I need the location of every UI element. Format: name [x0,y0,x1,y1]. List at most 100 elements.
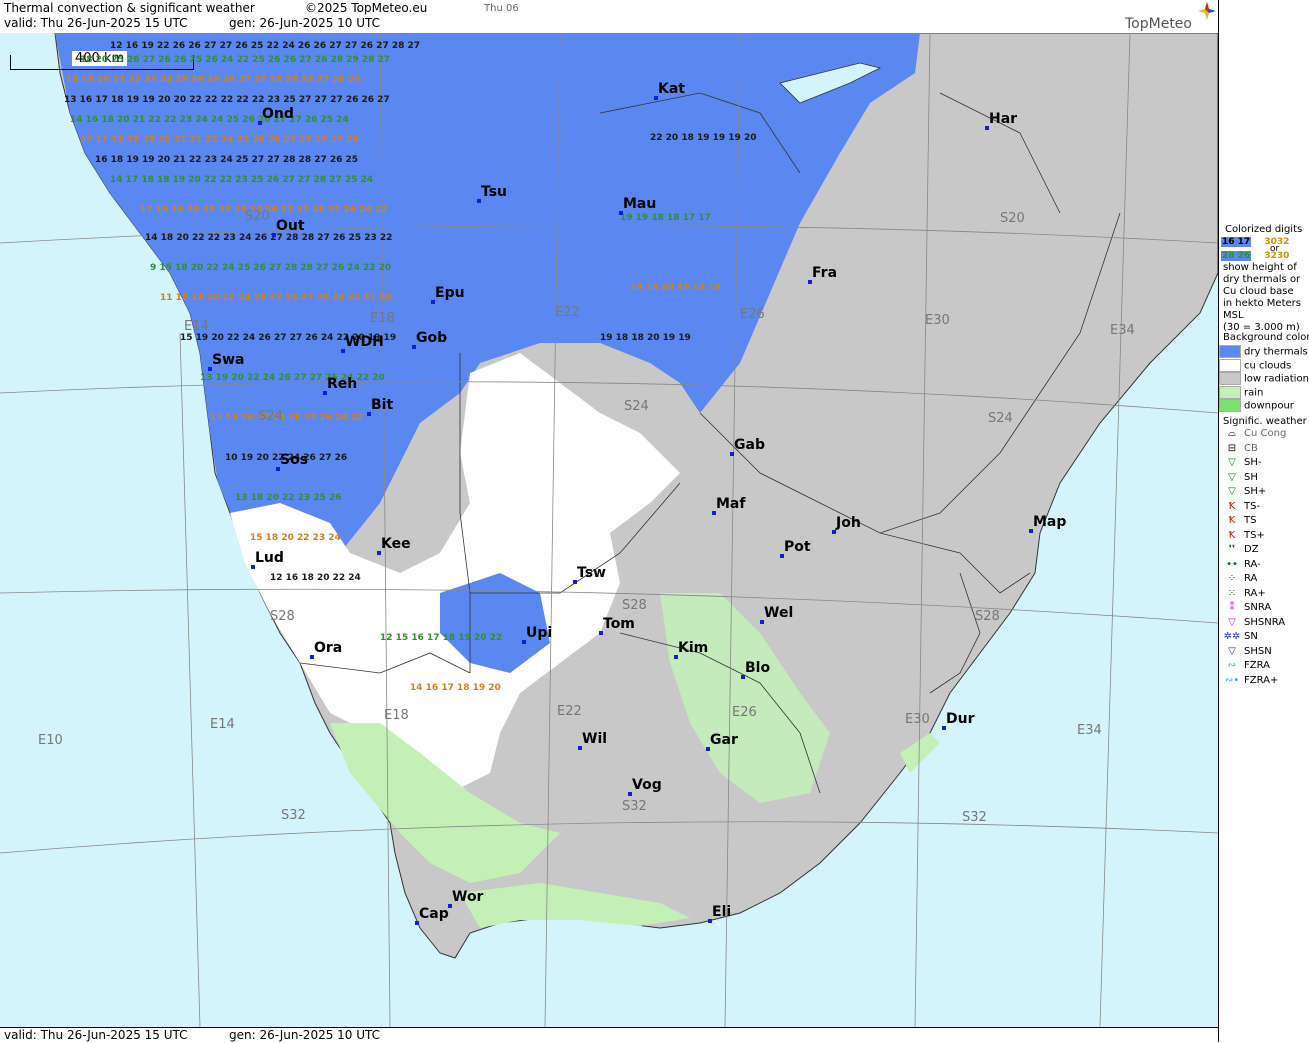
legend-sigwx-item: ▽ SH- [1223,457,1261,468]
city-label: Swa [212,352,245,368]
grid-label: E18 [370,311,395,326]
legend-desc-0: show height of [1223,262,1297,273]
grid-label: S28 [975,609,1000,624]
topmeteo-logo: TopMeteo [1125,16,1192,32]
city-label: Reh [327,376,358,392]
legend-sigwx-label: SNRA [1244,602,1272,613]
legend-sigwx-label: Cu Cong [1244,428,1287,439]
generated-time: gen: 26-Jun-2025 10 UTC [229,16,381,30]
legend-bg-item: cu clouds [1219,358,1292,372]
legend-swatch [1219,372,1241,385]
legend-bg-label: low radiation [1244,373,1309,385]
grid-label: S20 [1000,211,1025,226]
grid-label: E14 [184,319,209,334]
legend-sigwx-item: Ꝁ TS- [1223,501,1260,512]
grid-label: S28 [622,598,647,613]
city-label: Ora [314,640,343,656]
legend-sigwx-label: CB [1244,442,1258,454]
legend-sigwx-item: ∾• FZRA+ [1223,674,1279,686]
city-label: Wil [582,731,608,747]
city-label: Tsw [577,565,606,581]
compass-logo-icon [1198,2,1216,20]
legend-bg-title: Background color [1223,332,1309,343]
legend-sigwx-item: ▽ SHSN [1223,646,1272,657]
legend-panel: Colorized digits 16 17 3032 or 28 26 323… [1218,0,1309,1042]
grid-label: E18 [384,708,409,723]
weather-symbol-icon: ▽ [1228,471,1236,483]
grid-label: S24 [258,409,283,424]
legend-sigwx-item: Ꝁ TS [1223,515,1257,526]
legend-digit-samples-2: 28 26 3230 [1221,250,1289,261]
legend-sigwx-label: TS+ [1244,529,1265,541]
city-label: Fra [812,265,838,281]
city-label: Kat [658,81,685,97]
legend-bg-label: dry thermals [1244,346,1308,358]
legend-sigwx-item: Ꝁ TS+ [1223,530,1265,541]
legend-sample-dry: 16 17 [1221,237,1252,247]
thermal-height-digits: 19 18 18 20 19 19 [600,333,691,343]
weather-symbol-icon: ∾• [1224,674,1240,686]
legend-desc-2: Cu cloud base [1223,286,1294,297]
map-header: Thermal convection & significant weather… [0,0,1218,34]
legend-swatch [1219,345,1241,358]
legend-bg-item: downpour [1219,399,1294,412]
legend-sigwx-label: FZRA+ [1244,674,1279,686]
city-label: Tsu [481,184,507,200]
thermal-height-digits: 12 15 16 17 18 19 20 22 [380,633,503,643]
legend-sigwx-label: DZ [1244,544,1259,555]
weather-symbol-icon: •• [1226,558,1238,570]
thermal-height-digits: 14 16 18 20 21 22 22 23 24 24 25 26 26 2… [70,115,349,125]
legend-sigwx-label: RA- [1244,558,1261,570]
city-label: Bit [371,397,394,413]
weather-symbol-icon: ▽ [1228,645,1236,657]
city-label: Tom [603,616,635,632]
grid-label: E30 [905,712,930,727]
legend-sigwx-item: ✲✲ SN [1223,631,1258,642]
legend-sigwx-label: SH+ [1244,486,1267,497]
legend-swatch [1219,385,1241,399]
legend-sigwx-label: SHSNRA [1244,616,1286,628]
city-label: Pot [784,539,811,555]
grid-label: E26 [740,307,765,322]
weather-map[interactable]: 400 km 12 16 19 22 26 26 27 27 26 25 22 … [0,33,1218,1027]
footer-generated-time: gen: 26-Jun-2025 10 UTC [229,1028,381,1042]
grid-label: S24 [988,411,1013,426]
legend-sample-dry-2: 28 26 [1221,251,1252,261]
legend-sigwx-label: TS- [1244,500,1261,512]
city-label: Dur [946,711,975,727]
city-label: Wor [452,889,484,905]
city-label: Lud [255,550,284,566]
legend-desc-4: MSL [1223,310,1244,321]
map-footer: valid: Thu 26-Jun-2025 15 UTC gen: 26-Ju… [0,1027,1218,1043]
city-label: Maf [716,496,746,512]
city-label: Gob [416,330,448,346]
grid-label: S32 [281,808,306,823]
thermal-height-digits: 18 20 25 26 27 26 26 25 26 24 22 25 26 2… [80,55,391,65]
grid-label: S20 [245,209,270,224]
legend-sigwx-label: SH- [1244,457,1262,468]
legend-bg-label: cu clouds [1244,360,1292,371]
legend-sigwx-item: ⁙ RA+ [1223,588,1266,599]
city-label: Eli [712,904,732,920]
city-label: WDH [345,334,384,350]
legend-sigwx-label: RA [1244,573,1258,584]
legend-sigwx-item: ▽ SH [1223,472,1258,483]
legend-sigwx-item: ⊟ CB [1223,443,1258,454]
legend-sigwx-label: FZRA [1244,660,1270,671]
legend-sigwx-item: ▽ SH+ [1223,486,1266,497]
grid-label: E10 [38,733,63,748]
legend-sigwx-label: SHSN [1244,645,1272,657]
thermal-height-digits: 9 15 18 20 22 24 25 26 27 28 28 27 26 24… [150,263,392,273]
city-label: Kim [678,640,709,656]
legend-sigwx-item: ⌓ Cu Cong [1223,428,1286,439]
city-label: Sos [280,452,309,468]
city-label: Blo [745,660,771,676]
city-label: Joh [836,515,861,531]
city-label: Har [989,111,1018,127]
weather-symbol-icon: ❜❜ [1228,544,1236,555]
city-label: Gar [710,732,738,748]
grid-label: E26 [732,705,757,720]
grid-label: E34 [1077,723,1102,738]
legend-sigwx-item: ⁘ RA [1223,573,1258,584]
weather-symbol-icon: Ꝁ [1228,529,1236,541]
